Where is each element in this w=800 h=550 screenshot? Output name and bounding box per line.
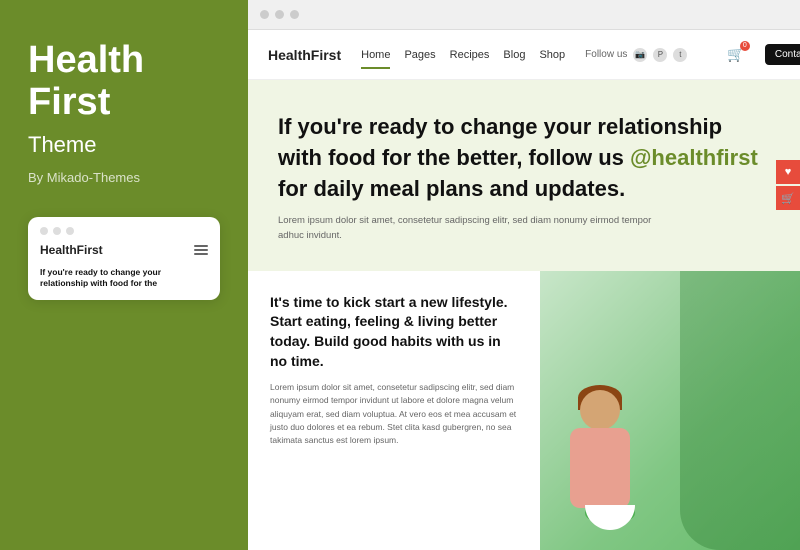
bottom-paragraph: Lorem ipsum dolor sit amet, consetetur s…	[270, 381, 518, 447]
hamburger-icon[interactable]	[194, 245, 208, 255]
woman-body	[570, 428, 630, 508]
instagram-icon[interactable]: 📷	[633, 48, 647, 62]
preview-card: HealthFirst If you're ready to change yo…	[28, 217, 220, 300]
hero-text-after: for daily meal plans and updates.	[278, 176, 625, 201]
preview-dot-1	[40, 227, 48, 235]
preview-card-header: HealthFirst	[40, 243, 208, 257]
preview-dot-2	[53, 227, 61, 235]
nav-item-shop[interactable]: Shop	[539, 49, 565, 61]
title-line1: Health	[28, 39, 144, 81]
browser-bar	[248, 0, 800, 30]
website-header: HealthFirst Home Pages Recipes Blog Shop…	[248, 30, 800, 80]
woman-head	[580, 390, 620, 430]
floating-icon-1: ♥	[776, 160, 800, 184]
follow-us-section: Follow us 📷 P t	[585, 48, 687, 62]
preview-card-body: If you're ready to change your relations…	[40, 267, 208, 290]
pinterest-icon[interactable]: P	[653, 48, 667, 62]
bottom-section: It's time to kick start a new lifestyle.…	[248, 271, 800, 550]
preview-dot-3	[66, 227, 74, 235]
hero-handle: @healthfirst	[630, 145, 758, 170]
nav-item-recipes[interactable]: Recipes	[450, 49, 490, 61]
title-line2: First	[28, 81, 110, 123]
sidebar-title: Health First	[28, 40, 220, 124]
floating-icons: ♥ 🛒	[776, 160, 800, 210]
cart-badge: 0	[740, 41, 750, 51]
nav-item-blog[interactable]: Blog	[503, 49, 525, 61]
browser-dot-red	[260, 10, 269, 19]
nav-item-pages[interactable]: Pages	[404, 49, 435, 61]
bottom-text-area: It's time to kick start a new lifestyle.…	[248, 271, 540, 550]
sidebar-author: By Mikado-Themes	[28, 170, 220, 185]
bottom-heading: It's time to kick start a new lifestyle.…	[270, 293, 518, 371]
main-content: HealthFirst Home Pages Recipes Blog Shop…	[248, 0, 800, 550]
sidebar-subtitle: Theme	[28, 132, 220, 158]
floating-cart-icon: 🛒	[776, 186, 800, 210]
contact-button[interactable]: Contact us	[765, 44, 800, 65]
nav-item-home[interactable]: Home	[361, 49, 390, 61]
browser-dot-yellow	[275, 10, 284, 19]
woman-figure	[560, 390, 660, 550]
bg-greenery	[680, 271, 800, 550]
hero-section: If you're ready to change your relations…	[248, 80, 800, 271]
website-logo: HealthFirst	[268, 47, 341, 63]
website-nav: Home Pages Recipes Blog Shop	[361, 49, 565, 61]
twitter-icon[interactable]: t	[673, 48, 687, 62]
hero-headline: If you're ready to change your relations…	[278, 112, 758, 204]
bottom-image	[540, 271, 800, 550]
browser-dot-green	[290, 10, 299, 19]
follow-label: Follow us	[585, 49, 627, 60]
preview-card-logo: HealthFirst	[40, 243, 103, 257]
salad-bowl	[585, 505, 635, 530]
preview-dots	[40, 227, 208, 235]
hero-subtitle: Lorem ipsum dolor sit amet, consetetur s…	[278, 214, 678, 243]
sidebar: Health First Theme By Mikado-Themes Heal…	[0, 0, 248, 550]
cart-button[interactable]: 🛒 0	[727, 46, 744, 64]
